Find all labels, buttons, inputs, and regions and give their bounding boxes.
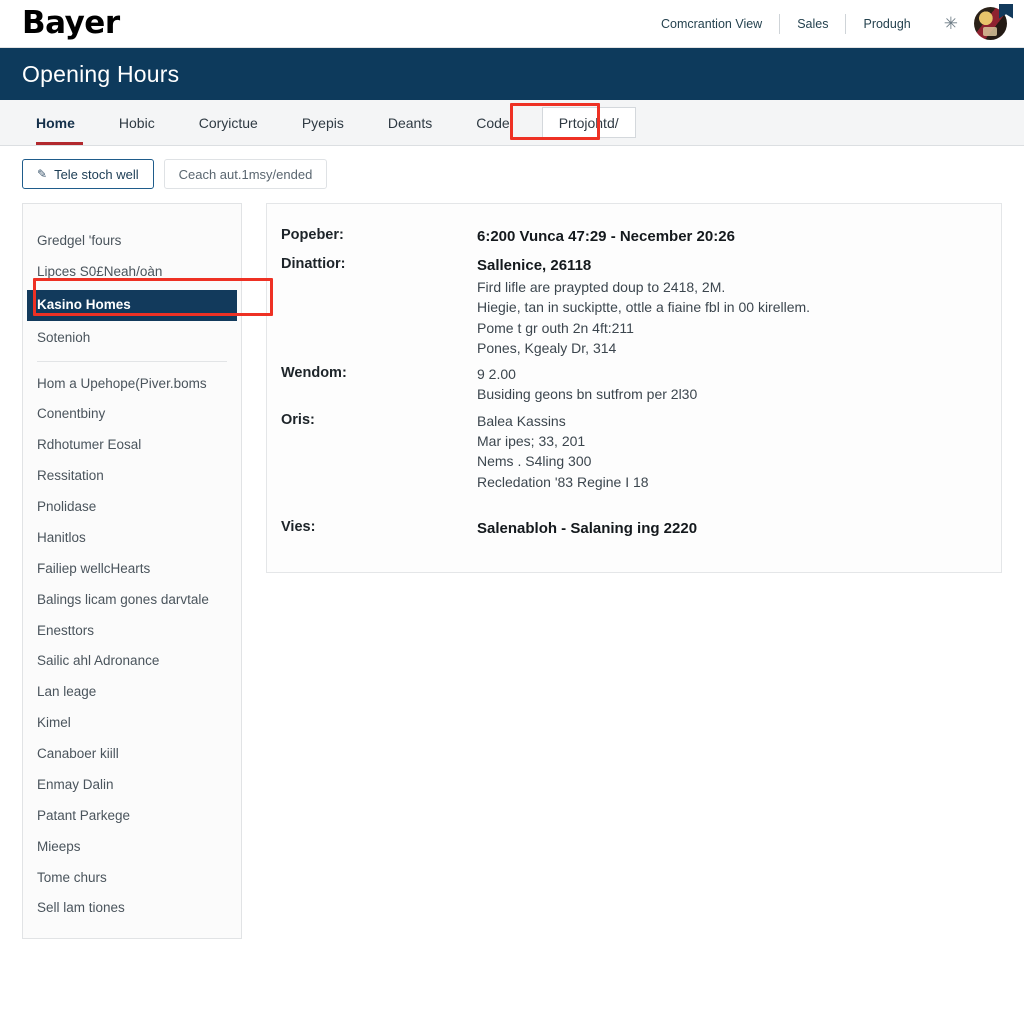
sidebar-item[interactable]: Canaboer kiill [23,739,241,770]
sidebar-item[interactable]: Mieeps [23,832,241,863]
tab-deants[interactable]: Deants [366,100,454,145]
detail-value: Busiding geons bn sutfrom per 2l30 [477,386,698,403]
detail-row-spacer [281,492,975,518]
top-brand-bar: Bayer Comcrantion View Sales Produgh ✳ [0,0,1024,48]
detail-card: Popeber: 6:200 Vunca 47:29 - Necember 20:… [266,203,1002,574]
tab-hobic[interactable]: Hobic [97,100,177,145]
detail-value: Salenabloh - Salaning ing 2220 [477,519,698,537]
detail-row-values: Salenabloh - Salaning ing 2220 [477,518,975,541]
detail-row: Dinattior: Sallenice, 26118 Fird lifle are… [281,255,975,359]
detail-value: Hiegie, tan in suckiptte, ottle a fiaine… [477,299,811,316]
topnav-link-2[interactable]: Sales [780,17,845,31]
detail-value: Mar ipes; 33, 201 [477,433,586,450]
detail-value: Pones, Kgealy Dr, 314 [477,339,617,356]
topnav-link-1[interactable]: Comcrantion View [644,17,779,31]
sidebar-item[interactable]: Sell lam tiones [23,893,241,924]
detail-row-label: Oris: [281,411,315,428]
detail-value: 9 2.00 [477,366,516,383]
bayer-logo[interactable]: Bayer [22,8,120,39]
sidebar-item[interactable]: Gredgel 'fours [23,226,241,257]
sidebar-item[interactable]: Enmay Dalin [23,770,241,801]
detail-value: Pome t gr outh 2n 4ft:211 [477,319,634,336]
tab-strip: Home Hobic Coryictue Pyepis Deants Code … [0,100,1024,146]
sidebar-item[interactable]: Kimel [23,708,241,739]
detail-value: Recledation '83 Regine I 18 [477,473,649,490]
pencil-icon: ✎ [37,167,48,181]
sidebar-item[interactable]: Sotenioh [23,323,241,354]
detail-row-label: Wendom: [281,365,347,382]
sidebar-item[interactable]: Hom a Upehope(Piver.boms [23,369,241,400]
edit-button-label: Tele stoch well [54,166,139,182]
sidebar-item[interactable]: Rdhotumer Eosal [23,430,241,461]
avatar[interactable] [974,3,1013,41]
sidebar-item[interactable]: Lipces S0£Neah/oàn [23,257,241,288]
sidebar-divider [37,360,227,362]
sidebar-item[interactable]: Sailic ahl Adronance [23,646,241,677]
secondary-button[interactable]: Ceach aut.1msy/ended [163,159,328,189]
detail-row: Popeber: 6:200 Vunca 47:29 - Necember 20:… [281,226,975,249]
page-title-band: Opening Hours [0,48,1024,100]
detail-row: Oris: Balea Kassins Mar ipes; 33, 201 Nems … [281,411,975,492]
sidebar: Gredgel 'fours Lipces S0£Neah/oàn Kasino H… [22,203,273,940]
detail-row-label: Vies: [281,518,316,535]
tab-pyepis[interactable]: Pyepis [280,100,366,145]
sidebar-item[interactable]: Patant Parkege [23,801,241,832]
sidebar-item[interactable]: Ressitation [23,461,241,492]
detail-value: Fird lifle are praypted doup to 2418, 2M… [477,279,726,295]
tab-code[interactable]: Code [454,100,531,145]
sidebar-item[interactable]: Hanitlos [23,523,241,554]
sidebar-item[interactable]: Lan leage [23,677,241,708]
tab-coryictue[interactable]: Coryictue [177,100,280,145]
detail-row-values: Balea Kassins Mar ipes; 33, 201 Nems . S4l… [477,411,975,492]
detail-row-values: Sallenice, 26118 Fird lifle are praypted … [477,255,975,359]
detail-row-spacer [281,540,975,546]
page-title: Opening Hours [22,60,180,87]
tab-prtojohtd[interactable]: Prtojohtd/ [541,107,636,138]
sidebar-item[interactable]: Conentbiny [23,399,241,430]
detail-value: 6:200 Vunca 47:29 - Necember 20:26 [477,228,735,245]
edit-button[interactable]: ✎ Tele stoch well [22,159,154,189]
sidebar-item-selected[interactable]: Kasino Homes [27,289,237,321]
action-bar: ✎ Tele stoch well Ceach aut.1msy/ended [0,146,1024,189]
avatar-badge-icon [999,3,1013,19]
star-icon[interactable]: ✳ [944,15,958,32]
sidebar-item[interactable]: Enesttors [23,616,241,647]
sidebar-item[interactable]: Balings licam gones darvtale [23,585,241,616]
sidebar-item[interactable]: Failiep wellcHearts [23,554,241,585]
detail-row: Vies: Salenabloh - Salaning ing 2220 [281,518,975,541]
detail-row: Wendom: 9 2.00 Busiding geons bn sutfrom p… [281,364,975,405]
detail-value: Balea Kassins [477,412,566,429]
page-content: Gredgel 'fours Lipces S0£Neah/oàn Kasino H… [0,189,1024,940]
secondary-button-label: Ceach aut.1msy/ended [178,166,313,182]
detail-row-label: Popeber: [281,227,344,243]
sidebar-item[interactable]: Pnolidase [23,492,241,523]
tab-home[interactable]: Home [22,100,97,145]
top-navigation: Comcrantion View Sales Produgh ✳ [644,3,1013,41]
detail-value: Sallenice, 26118 [477,256,592,274]
detail-value: Nems . S4ling 300 [477,453,592,470]
detail-row-values: 9 2.00 Busiding geons bn sutfrom per 2l30 [477,364,975,405]
detail-row-label: Dinattior: [281,255,346,272]
topnav-link-3[interactable]: Produgh [846,17,927,31]
sidebar-item[interactable]: Tome churs [23,863,241,894]
detail-row-values: 6:200 Vunca 47:29 - Necember 20:26 [477,226,975,249]
